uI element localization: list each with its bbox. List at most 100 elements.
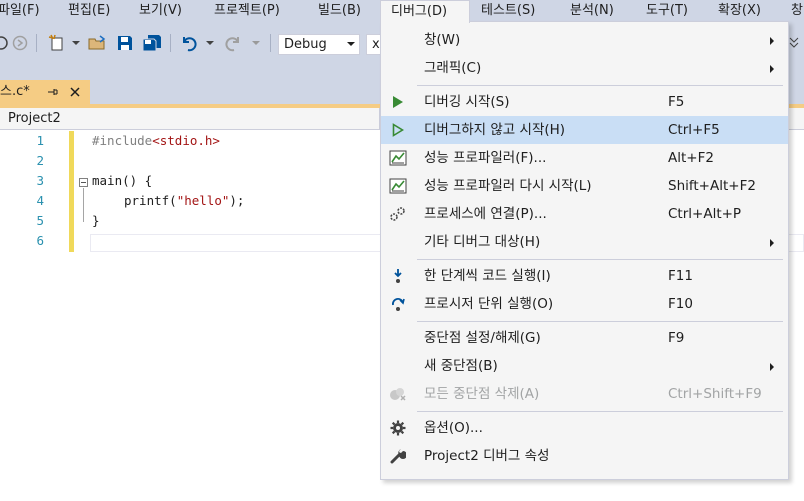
debug-menu-delete-all-breakpoints: 모든 중단점 삭제(A) Ctrl+Shift+F9 <box>381 380 788 408</box>
include-header: <stdio.h> <box>152 133 220 148</box>
save-all-icon[interactable] <box>140 32 164 54</box>
chevron-down-icon[interactable] <box>250 32 262 54</box>
menu-separator <box>417 259 783 260</box>
new-project-icon[interactable] <box>46 32 68 54</box>
submenu-arrow-icon <box>770 37 774 45</box>
menu-item-shortcut: Ctrl+F5 <box>668 122 720 138</box>
debug-menu-attach-to-process[interactable]: 프로세스에 연결(P)... Ctrl+Alt+P <box>381 200 788 228</box>
debug-menu-other-debug-targets[interactable]: 기타 디버그 대상(H) <box>381 228 788 256</box>
menu-file[interactable]: 파일(F) <box>0 0 44 22</box>
menu-bar: 파일(F) 편집(E) 보기(V) 프로젝트(P) 빌드(B) 디버그(D) 테… <box>0 0 804 23</box>
redo-icon[interactable] <box>222 32 244 54</box>
menu-extensions[interactable]: 확장(X) <box>714 0 765 22</box>
menu-edit[interactable]: 편집(E) <box>64 0 114 22</box>
profiler-restart-icon <box>389 178 407 194</box>
debug-menu-dropdown: 창(W) 그래픽(C) 디버깅 시작(S) F5 디버그하지 않고 시작(H) … <box>380 21 789 480</box>
solution-config-value: Debug <box>284 37 327 52</box>
include-directive: #include <box>92 133 153 148</box>
menu-item-label: 디버깅 시작(S) <box>424 94 510 110</box>
undo-icon[interactable] <box>178 32 200 54</box>
menu-item-shortcut: F11 <box>668 268 693 284</box>
line-number: 3 <box>36 173 44 188</box>
menu-tools[interactable]: 도구(T) <box>642 0 692 22</box>
play-icon <box>389 94 407 110</box>
code-line-4: printf("hello"); <box>124 193 244 208</box>
menu-item-label: Project2 디버그 속성 <box>424 448 550 464</box>
submenu-arrow-icon <box>770 239 774 247</box>
change-tracking-bar <box>69 131 74 252</box>
solution-config-dropdown[interactable]: Debug <box>278 34 360 55</box>
menu-item-label: 한 단계씩 코드 실행(I) <box>424 268 551 284</box>
wrench-icon <box>389 448 407 464</box>
step-into-icon <box>389 268 407 284</box>
debug-menu-performance-profiler[interactable]: 성능 프로파일러(F)... Alt+F2 <box>381 144 788 172</box>
submenu-arrow-icon <box>770 65 774 73</box>
debug-menu-windows[interactable]: 창(W) <box>381 26 788 54</box>
debug-menu-project-properties[interactable]: Project2 디버그 속성 <box>381 442 788 470</box>
forward-arrow-icon[interactable] <box>10 32 30 54</box>
chevron-down-icon[interactable] <box>70 32 82 54</box>
open-folder-icon[interactable] <box>86 32 108 54</box>
debug-menu-options[interactable]: 옵션(O)... <box>381 414 788 442</box>
menu-item-label: 성능 프로파일러(F)... <box>424 150 547 166</box>
toolbar-separator <box>270 34 271 52</box>
platform-value: x <box>372 37 380 52</box>
menu-item-label: 디버그하지 않고 시작(H) <box>424 122 566 138</box>
debug-menu-step-over[interactable]: 프로시저 단위 실행(O) F10 <box>381 290 788 318</box>
chevron-down-icon[interactable] <box>204 32 216 54</box>
menu-item-label: 새 중단점(B) <box>424 358 498 374</box>
debug-menu-start-debugging[interactable]: 디버깅 시작(S) F5 <box>381 88 788 116</box>
delete-breakpoints-icon <box>389 386 407 402</box>
menu-separator <box>417 321 783 322</box>
menu-separator <box>417 85 783 86</box>
menu-item-shortcut: Ctrl+Shift+F9 <box>668 386 762 402</box>
step-over-icon <box>389 296 407 312</box>
menu-item-label: 옵션(O)... <box>424 420 483 436</box>
attach-process-icon <box>389 206 407 222</box>
line-number: 4 <box>36 193 44 208</box>
menu-item-shortcut: F9 <box>668 330 685 346</box>
debug-menu-new-breakpoint[interactable]: 새 중단점(B) <box>381 352 788 380</box>
code-line-3: main() { <box>92 173 153 188</box>
menu-view[interactable]: 보기(V) <box>135 0 186 22</box>
save-icon[interactable] <box>114 32 136 54</box>
menu-item-label: 중단점 설정/해제(G) <box>424 330 541 346</box>
toolbar-separator <box>36 34 37 52</box>
menu-debug[interactable]: 디버그(D) <box>380 0 470 23</box>
project-scope-dropdown[interactable]: Project2 <box>0 108 380 129</box>
play-outline-icon <box>389 122 407 138</box>
menu-item-shortcut: F10 <box>668 296 693 312</box>
menu-item-label: 창(W) <box>424 32 461 48</box>
line-number: 5 <box>36 213 44 228</box>
code-line-1: #include<stdio.h> <box>92 133 220 148</box>
menu-window[interactable]: 창 <box>787 0 804 22</box>
debug-menu-start-without-debugging[interactable]: 디버그하지 않고 시작(H) Ctrl+F5 <box>381 116 788 144</box>
menu-item-label: 그래픽(C) <box>424 60 482 76</box>
menu-separator <box>417 411 783 412</box>
debug-menu-step-into[interactable]: 한 단계씩 코드 실행(I) F11 <box>381 262 788 290</box>
debug-menu-graphics[interactable]: 그래픽(C) <box>381 54 788 82</box>
printf-call: printf( <box>124 193 177 208</box>
back-arrow-icon[interactable] <box>0 32 10 54</box>
menu-item-label: 성능 프로파일러 다시 시작(L) <box>424 178 592 194</box>
menu-item-shortcut: Shift+Alt+F2 <box>668 178 756 194</box>
menu-item-shortcut: Ctrl+Alt+P <box>668 206 742 222</box>
menu-test[interactable]: 테스트(S) <box>477 0 539 22</box>
menu-build[interactable]: 빌드(B) <box>314 0 365 22</box>
menu-item-label: 기타 디버그 대상(H) <box>424 234 541 250</box>
menu-project[interactable]: 프로젝트(P) <box>210 0 284 22</box>
menu-item-label: 모든 중단점 삭제(A) <box>424 386 540 402</box>
document-tab[interactable]: 스.c* <box>0 80 90 104</box>
fold-guide-line <box>83 188 84 222</box>
string-literal: "hello" <box>176 193 230 208</box>
debug-menu-toggle-breakpoint[interactable]: 중단점 설정/해제(G) F9 <box>381 324 788 352</box>
collapse-icon[interactable] <box>79 178 88 187</box>
menu-item-label: 프로시저 단위 실행(O) <box>424 296 554 312</box>
menu-item-shortcut: F5 <box>668 94 685 110</box>
code-line-5: } <box>92 213 100 228</box>
chevron-down-icon <box>347 42 355 46</box>
project-name: Project2 <box>8 111 61 126</box>
menu-analyze[interactable]: 분석(N) <box>566 0 618 22</box>
line-number: 6 <box>36 233 44 248</box>
debug-menu-relaunch-profiler[interactable]: 성능 프로파일러 다시 시작(L) Shift+Alt+F2 <box>381 172 788 200</box>
